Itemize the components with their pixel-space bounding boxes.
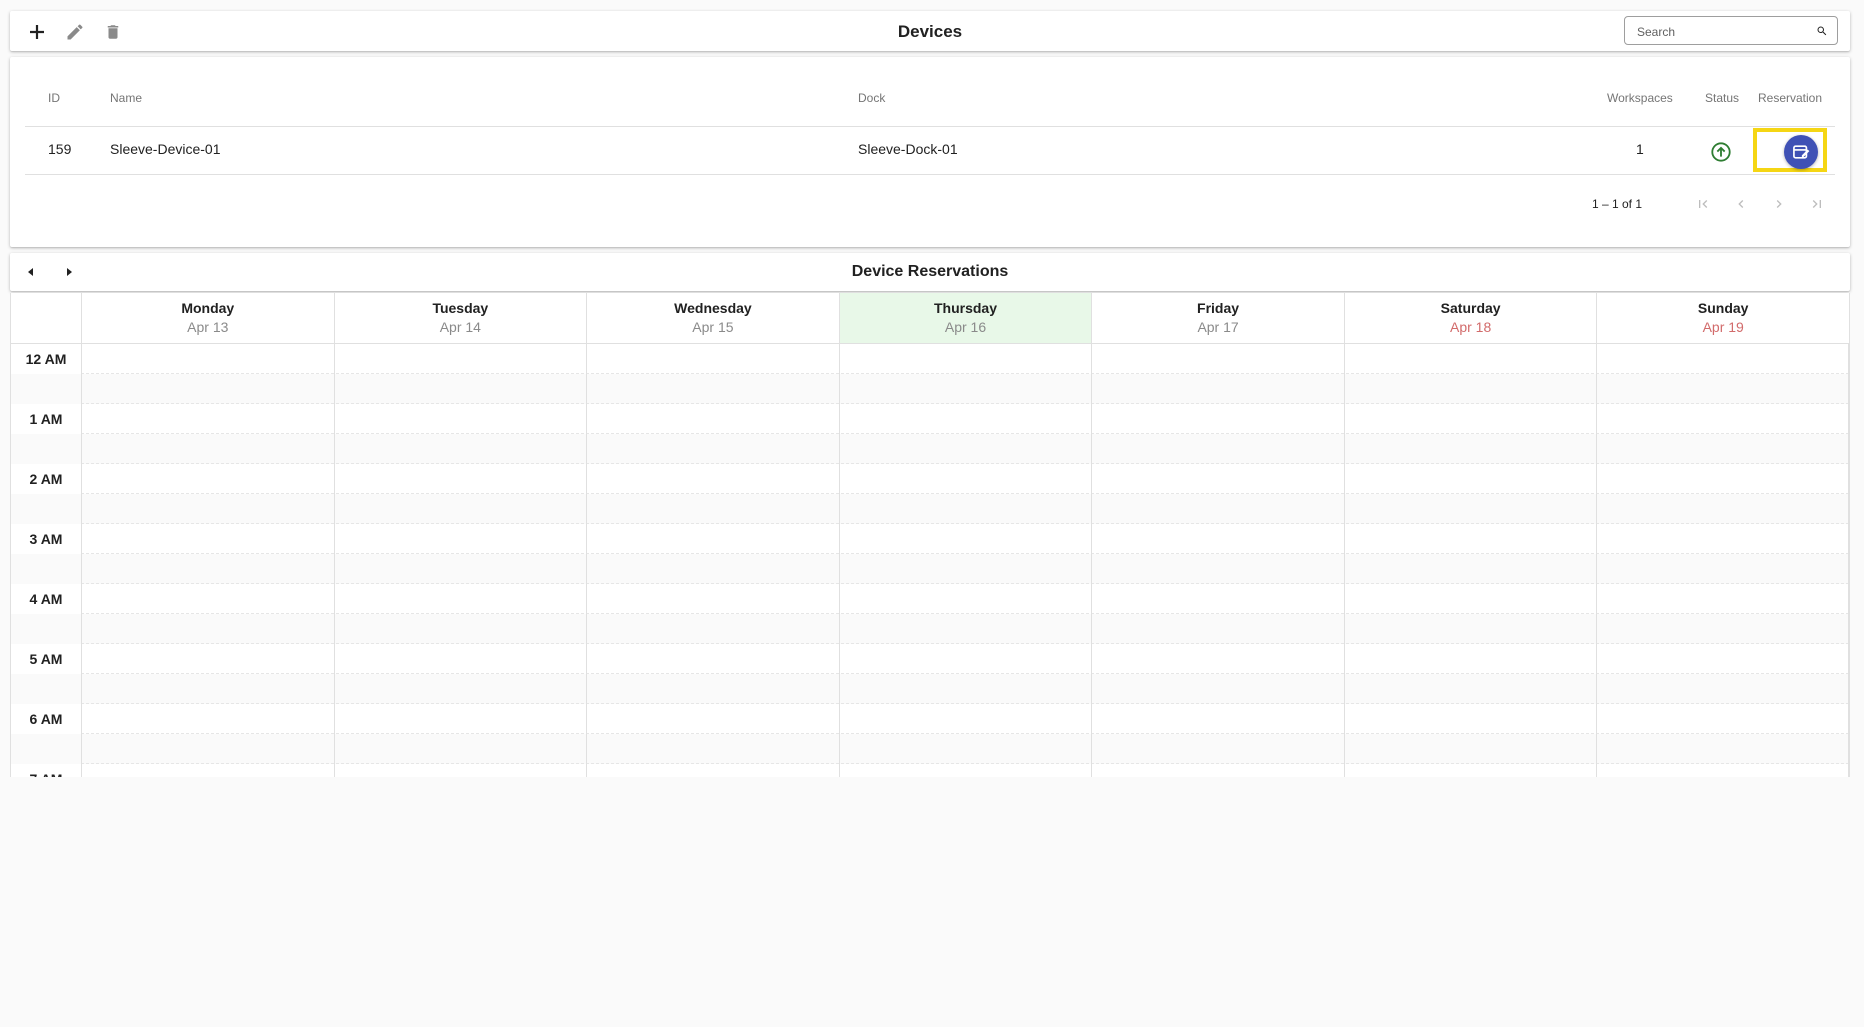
day-date: Apr 19: [1702, 319, 1744, 335]
day-name: Tuesday: [432, 300, 489, 316]
day-name: Wednesday: [674, 300, 752, 316]
day-date: Apr 15: [692, 319, 734, 335]
day-date: Apr 14: [439, 319, 481, 335]
half-hour-line: [81, 433, 1849, 434]
search-icon[interactable]: [1816, 25, 1828, 37]
hour-row[interactable]: 7 AM: [11, 764, 1849, 777]
day-column-divider: [838, 344, 840, 777]
hour-label: 2 AM: [29, 471, 63, 487]
devices-toolbar: Devices: [10, 11, 1850, 51]
day-column-divider: [1343, 344, 1345, 777]
day-header-thursday: Thursday Apr 16: [838, 293, 1092, 343]
hour-row[interactable]: 5 AM: [11, 644, 1849, 704]
calendar-grid[interactable]: 12 AM 1 AM 2 AM 3 AM 4 AM 5 AM 6 AM 7 AM: [11, 344, 1849, 777]
day-column-divider: [81, 344, 82, 777]
hour-row[interactable]: 1 AM: [11, 404, 1849, 464]
day-column-divider: [586, 344, 588, 777]
hour-label: 12 AM: [25, 351, 67, 367]
day-header-friday: Friday Apr 17: [1091, 293, 1344, 343]
half-hour-line: [81, 673, 1849, 674]
half-hour-line: [81, 373, 1849, 374]
col-header-dock[interactable]: Dock: [858, 91, 885, 105]
half-hour-line: [81, 493, 1849, 494]
hour-label: 3 AM: [29, 531, 63, 547]
header-divider: [25, 126, 1835, 127]
cell-id: 159: [48, 141, 72, 157]
next-page-button[interactable]: [1767, 192, 1791, 216]
day-column-divider: [1848, 344, 1849, 777]
hour-row[interactable]: 12 AM: [11, 344, 1849, 404]
arrow-up-circle-icon: [1711, 142, 1731, 162]
search-input[interactable]: [1635, 22, 1809, 42]
day-column-divider: [1091, 344, 1093, 777]
row-divider: [25, 174, 1835, 175]
day-name: Saturday: [1440, 300, 1501, 316]
hour-row[interactable]: 6 AM: [11, 704, 1849, 764]
week-calendar: Monday Apr 13 Tuesday Apr 14 Wednesday Apr 15…: [10, 293, 1850, 777]
hour-label: 5 AM: [29, 651, 63, 667]
day-header-sunday: Sunday Apr 19: [1596, 293, 1849, 343]
day-date: Apr 16: [944, 319, 987, 335]
day-header-monday: Monday Apr 13: [81, 293, 334, 343]
calendar-edit-icon: [1793, 145, 1810, 159]
last-page-button[interactable]: [1805, 192, 1829, 216]
day-date: Apr 18: [1450, 319, 1492, 335]
half-hour-line: [81, 553, 1849, 554]
devices-table: ID Name Dock Workspaces Status Reservati…: [10, 57, 1850, 247]
reservation-button[interactable]: [1784, 135, 1818, 169]
search-box[interactable]: [1624, 16, 1838, 45]
hour-label: 6 AM: [29, 711, 63, 727]
col-header-workspaces[interactable]: Workspaces: [1607, 91, 1673, 105]
col-header-id[interactable]: ID: [48, 91, 60, 105]
half-hour-line: [81, 613, 1849, 614]
hour-row[interactable]: 2 AM: [11, 464, 1849, 524]
hour-row[interactable]: 4 AM: [11, 584, 1849, 644]
hour-label: 4 AM: [29, 591, 63, 607]
day-header-wednesday: Wednesday Apr 15: [586, 293, 839, 343]
cell-dock: Sleeve-Dock-01: [858, 141, 958, 157]
first-page-icon: [1699, 200, 1708, 208]
calendar-toolbar: Device Reservations: [10, 253, 1850, 291]
day-name: Monday: [181, 300, 235, 316]
cell-name: Sleeve-Device-01: [110, 141, 221, 157]
col-header-reservation[interactable]: Reservation: [1758, 91, 1822, 105]
hour-row[interactable]: 3 AM: [11, 524, 1849, 584]
first-page-button[interactable]: [1691, 192, 1715, 216]
day-name: Thursday: [933, 300, 997, 316]
chevron-right-icon: [1776, 200, 1782, 208]
cell-workspaces: 1: [1636, 141, 1644, 157]
calendar-title: Device Reservations: [851, 263, 1009, 280]
pagination-range: 1 – 1 of 1: [1591, 197, 1642, 211]
day-name: Friday: [1197, 300, 1240, 316]
chevron-left-icon: [1738, 200, 1744, 208]
day-header-saturday: Saturday Apr 18: [1343, 293, 1597, 343]
col-header-status[interactable]: Status: [1705, 91, 1739, 105]
page-title: Devices: [897, 22, 963, 41]
day-column-divider: [1596, 344, 1598, 777]
col-header-name[interactable]: Name: [110, 91, 142, 105]
day-date: Apr 13: [187, 319, 229, 335]
hour-label: 1 AM: [29, 411, 63, 427]
day-date: Apr 17: [1197, 319, 1239, 335]
day-name: Sunday: [1697, 300, 1749, 316]
day-column-divider: [333, 344, 335, 777]
hour-label: 7 AM: [11, 771, 81, 777]
half-hour-line: [81, 733, 1849, 734]
day-header-tuesday: Tuesday Apr 14: [333, 293, 587, 343]
last-page-icon: [1812, 200, 1821, 208]
previous-page-button[interactable]: [1729, 192, 1753, 216]
